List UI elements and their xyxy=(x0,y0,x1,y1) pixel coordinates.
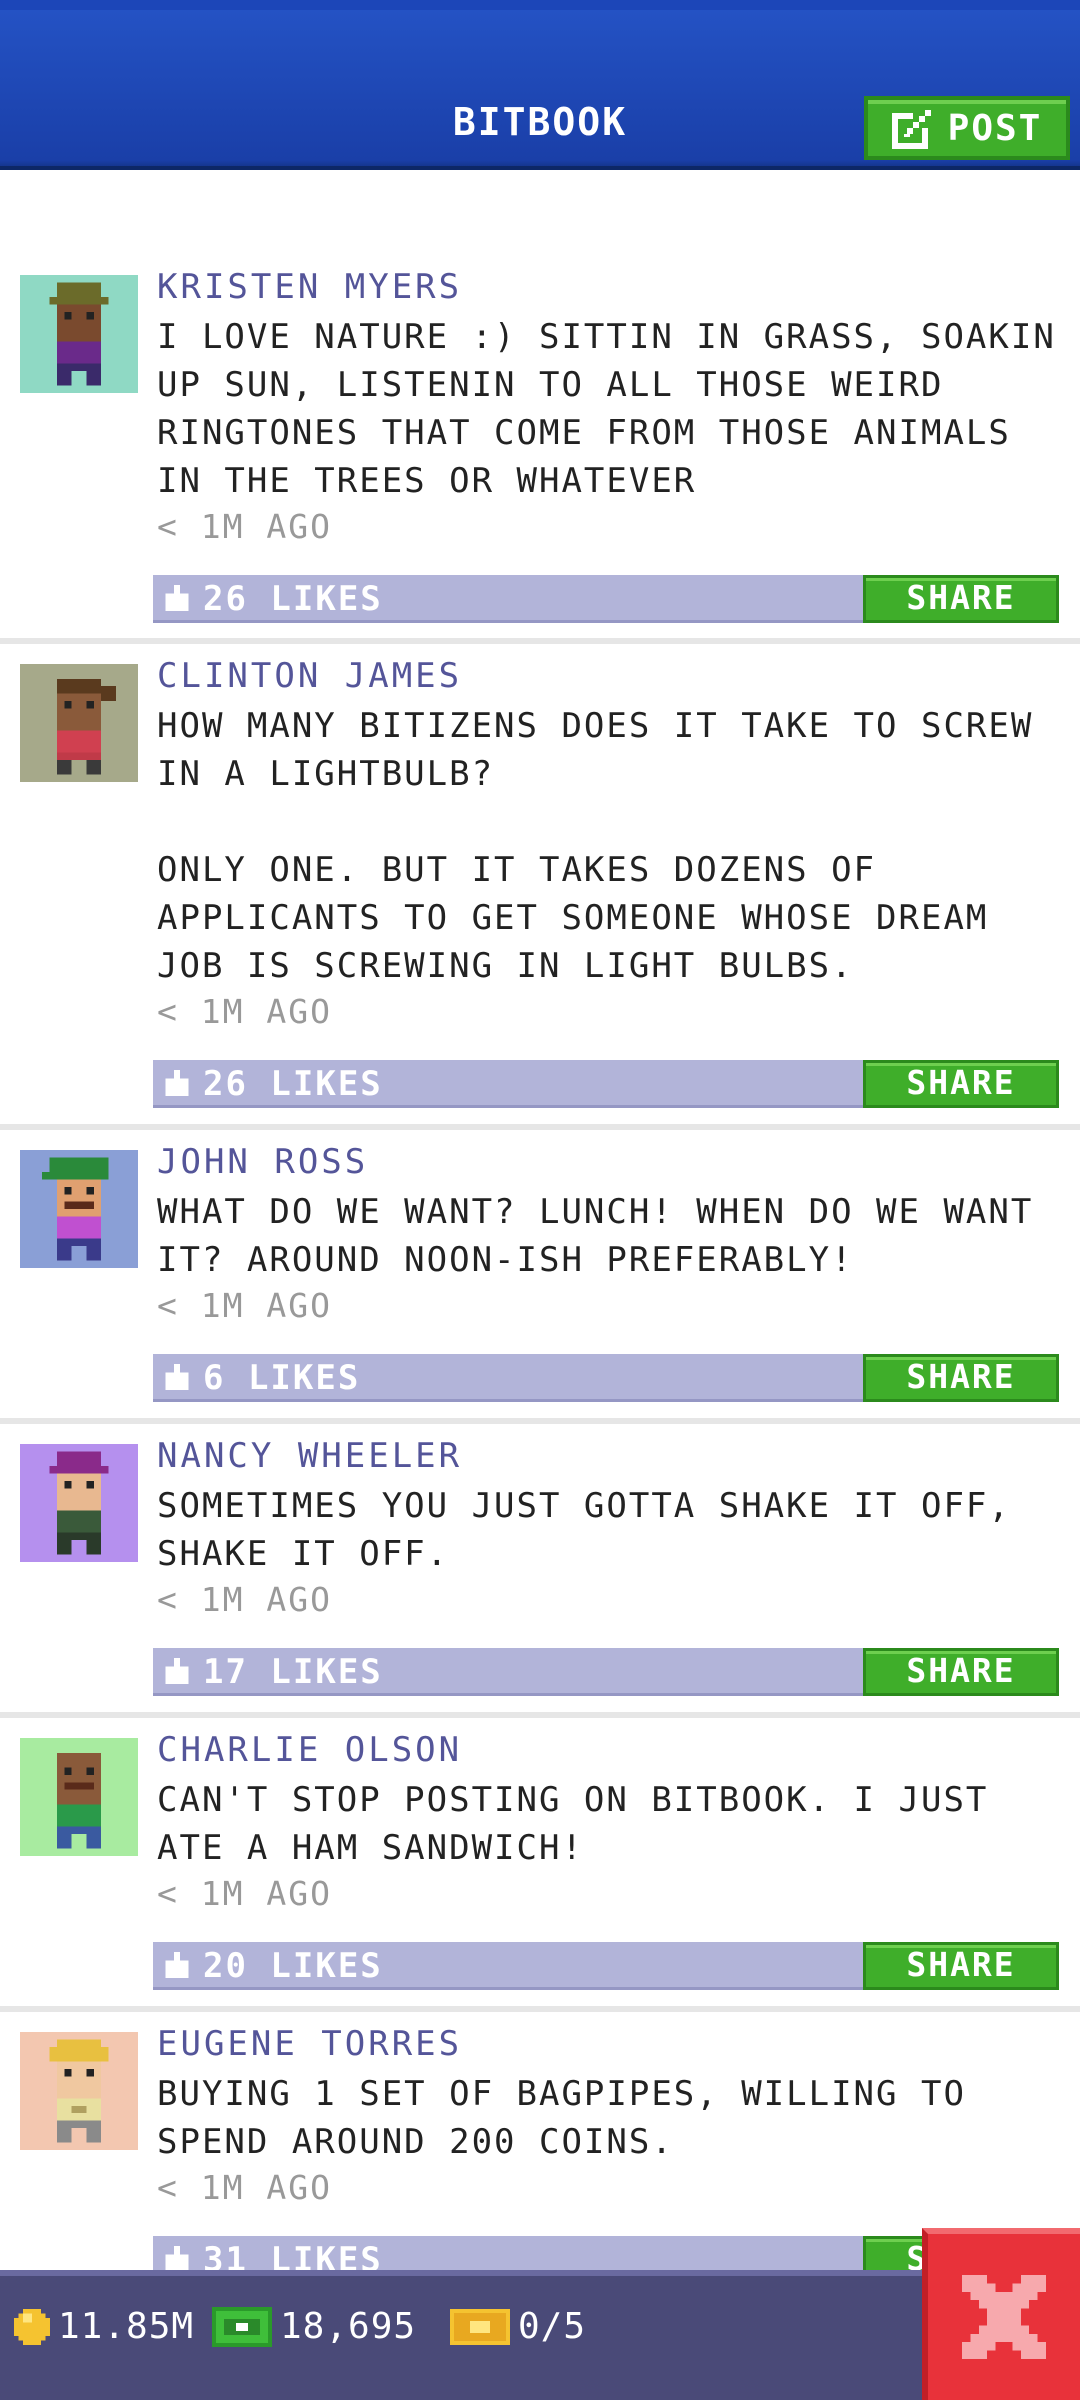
likes-count: 26 LIKES xyxy=(203,1064,383,1104)
like-bar[interactable]: 20 LIKES SHARE xyxy=(153,1942,1059,1990)
avatar-kristen-myers xyxy=(20,275,138,393)
compose-icon xyxy=(891,110,931,149)
share-button[interactable]: SHARE xyxy=(863,1354,1059,1402)
share-button[interactable]: SHARE xyxy=(863,1942,1059,1990)
likes-count: 6 LIKES xyxy=(203,1358,361,1398)
thumbs-up-icon xyxy=(165,1952,189,1978)
tickets-value: 0/5 xyxy=(518,2306,587,2347)
feed-post: EUGENE TORRES BUYING 1 SET OF BAGPIPES, … xyxy=(0,2012,1080,2270)
close-icon xyxy=(962,2275,1046,2359)
post-text: CAN'T STOP POSTING ON BITBOOK. I JUST AT… xyxy=(157,1780,989,1868)
feed-list[interactable]: KRISTEN MYERS I LOVE NATURE :) SITTIN IN… xyxy=(0,170,1080,2270)
avatar-clinton-james xyxy=(20,664,138,782)
post-button-label: POST xyxy=(947,107,1043,149)
coins-display: 11.85M xyxy=(14,2306,194,2347)
thumbs-up-icon xyxy=(165,1658,189,1684)
coin-icon xyxy=(14,2308,50,2345)
likes-count: 20 LIKES xyxy=(203,1946,383,1986)
like-bar[interactable]: 26 LIKES SHARE xyxy=(153,1060,1059,1108)
ticket-icon xyxy=(450,2308,510,2345)
feed-post: JOHN ROSS WHAT DO WE WANT? LUNCH! WHEN D… xyxy=(0,1130,1080,1424)
post-timestamp: < 1M AGO xyxy=(157,1286,332,1325)
tickets-display: 0/5 xyxy=(450,2306,586,2347)
header-bar: BITBOOK POST xyxy=(0,0,1080,170)
like-bar[interactable]: 26 LIKES SHARE xyxy=(153,575,1059,623)
feed-post: KRISTEN MYERS I LOVE NATURE :) SITTIN IN… xyxy=(0,170,1080,644)
post-author[interactable]: NANCY WHEELER xyxy=(157,1436,462,1476)
status-bar: 11.85M 18,695 0/5 xyxy=(0,2270,1080,2400)
share-button[interactable]: SHARE xyxy=(863,1648,1059,1696)
post-button[interactable]: POST xyxy=(864,96,1070,160)
post-timestamp: < 1M AGO xyxy=(157,2168,332,2207)
likes-count: 17 LIKES xyxy=(203,1652,383,1692)
bux-value: 18,695 xyxy=(280,2306,417,2347)
post-author[interactable]: CHARLIE OLSON xyxy=(157,1730,462,1770)
feed-post: CHARLIE OLSON CAN'T STOP POSTING ON BITB… xyxy=(0,1718,1080,2012)
likes-count: 31 LIKES xyxy=(203,2240,383,2270)
post-text: I LOVE NATURE :) SITTIN IN GRASS, SOAKIN… xyxy=(157,317,1056,501)
post-author[interactable]: EUGENE TORRES xyxy=(157,2024,462,2064)
post-text: SOMETIMES YOU JUST GOTTA SHAKE IT OFF, S… xyxy=(157,1486,1011,1574)
thumbs-up-icon xyxy=(165,585,189,611)
avatar-john-ross xyxy=(20,1150,138,1268)
post-timestamp: < 1M AGO xyxy=(157,1580,332,1619)
thumbs-up-icon xyxy=(165,2246,189,2270)
bux-icon xyxy=(212,2306,272,2347)
post-author[interactable]: JOHN ROSS xyxy=(157,1142,368,1182)
post-text: BUYING 1 SET OF BAGPIPES, WILLING TO SPE… xyxy=(157,2074,966,2162)
close-button[interactable] xyxy=(922,2228,1080,2400)
post-author[interactable]: KRISTEN MYERS xyxy=(157,267,462,307)
share-button[interactable]: SHARE xyxy=(863,575,1059,623)
avatar-nancy-wheeler xyxy=(20,1444,138,1562)
like-bar[interactable]: 17 LIKES SHARE xyxy=(153,1648,1059,1696)
post-text: WHAT DO WE WANT? LUNCH! WHEN DO WE WANT … xyxy=(157,1192,1034,1280)
avatar-charlie-olson xyxy=(20,1738,138,1856)
bux-display: 18,695 xyxy=(212,2306,416,2347)
post-timestamp: < 1M AGO xyxy=(157,507,332,546)
post-author[interactable]: CLINTON JAMES xyxy=(157,656,462,696)
post-timestamp: < 1M AGO xyxy=(157,992,332,1031)
thumbs-up-icon xyxy=(165,1364,189,1390)
share-button[interactable]: SHARE xyxy=(863,1060,1059,1108)
post-text: HOW MANY BITIZENS DOES IT TAKE TO SCREW … xyxy=(157,706,1034,986)
thumbs-up-icon xyxy=(165,1070,189,1096)
avatar-eugene-torres xyxy=(20,2032,138,2150)
post-timestamp: < 1M AGO xyxy=(157,1874,332,1913)
likes-count: 26 LIKES xyxy=(203,579,383,619)
like-bar[interactable]: 6 LIKES SHARE xyxy=(153,1354,1059,1402)
feed-post: NANCY WHEELER SOMETIMES YOU JUST GOTTA S… xyxy=(0,1424,1080,1718)
feed-post: CLINTON JAMES HOW MANY BITIZENS DOES IT … xyxy=(0,644,1080,1130)
coins-value: 11.85M xyxy=(58,2306,195,2347)
